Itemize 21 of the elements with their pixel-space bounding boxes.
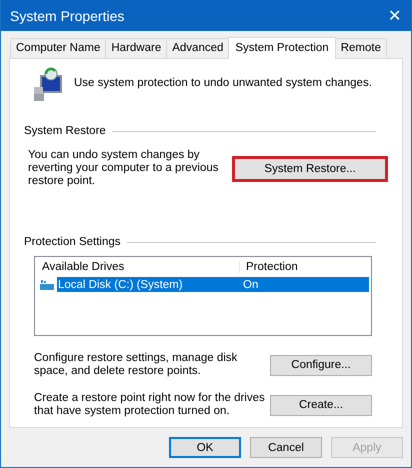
drive-icon [40,280,54,290]
computer-restore-icon [32,67,64,103]
action-button[interactable]: Create... [270,394,372,416]
description-text: Create a restore point right now for the drives that have system protection turned on. [34,392,266,418]
window-title: System Properties [10,8,124,24]
drive-row[interactable]: Local Disk (C:) (System) On [57,277,369,292]
dialog-button[interactable]: OK [169,437,241,458]
column-header[interactable]: Protection [240,261,298,273]
system-restore-button[interactable]: System Restore... [232,156,388,182]
tab[interactable]: Remote [334,38,387,58]
dialog-button[interactable]: Cancel [250,437,322,458]
description-text: Configure restore settings, manage disk space, and delete restore points. [34,352,238,378]
close-button[interactable]: ✕ [388,6,401,26]
tab[interactable]: System Protection [228,37,336,59]
tab[interactable]: Computer Name [10,38,106,58]
description-text: You can undo system changes by reverting your computer to a previous restore point. [28,149,220,188]
section-heading: System Restore [24,125,106,137]
action-button[interactable]: Configure... [270,354,372,376]
section-heading: Protection Settings [24,236,121,248]
column-header[interactable]: Available Drives [35,261,240,273]
description-text: Use system protection to undo unwanted system changes. [74,77,372,89]
